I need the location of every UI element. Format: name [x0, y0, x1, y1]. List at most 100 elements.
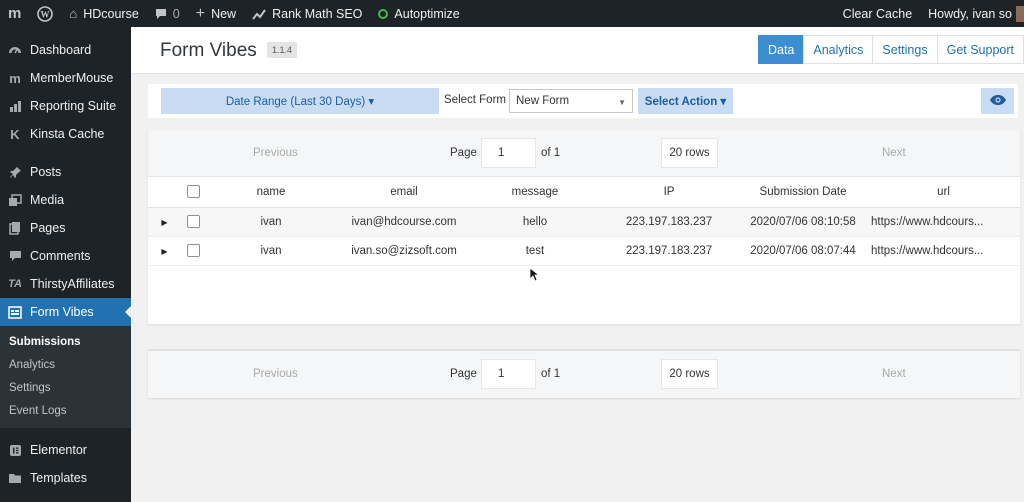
select-all-checkbox[interactable] [186, 185, 200, 199]
wordpress-logo-icon[interactable]: W [29, 0, 61, 27]
autoptimize-link[interactable]: Autoptimize [370, 0, 467, 27]
sidebar-item-label: Kinsta Cache [30, 127, 105, 141]
comment-icon [6, 247, 24, 265]
sidebar-item-kinsta-cache[interactable]: K Kinsta Cache [0, 120, 131, 148]
rows-per-page-select[interactable]: 20 rows [661, 359, 718, 389]
page-label: Page [450, 147, 477, 159]
expand-row-icon[interactable]: ▶ [161, 218, 167, 227]
cell-ip: 223.197.183.237 [599, 207, 739, 237]
sidebar-item-label: Media [30, 193, 65, 207]
column-header-name[interactable]: name [205, 177, 337, 208]
date-range-button[interactable]: Date Range (Last 30 Days) ▾ [161, 88, 439, 114]
tab-get-support[interactable]: Get Support [936, 35, 1024, 64]
cell-submission-date: 2020/07/06 08:10:58 [739, 207, 867, 237]
column-header-ip[interactable]: IP [599, 177, 739, 208]
table-row[interactable]: ▶ ivan ivan.so@zizsoft.com test 223.197.… [148, 236, 1020, 266]
cell-name: ivan [205, 236, 337, 266]
view-tabs: Data Analytics Settings Get Support [757, 35, 1024, 64]
rankmath-link[interactable]: Rank Math SEO [244, 0, 370, 27]
media-icon [6, 191, 24, 209]
sidebar-item-media[interactable]: Media [0, 186, 131, 214]
ta-icon: TA [8, 278, 22, 290]
rows-per-page-select[interactable]: 20 rows [661, 138, 718, 168]
folder-icon [6, 469, 24, 487]
page-number-input[interactable]: 1 [481, 138, 536, 168]
column-header-url[interactable]: url [867, 177, 1020, 208]
pin-icon [6, 163, 24, 181]
eye-icon [989, 94, 1007, 109]
submenu-item-event-logs[interactable]: Event Logs [0, 399, 131, 422]
submenu-item-analytics[interactable]: Analytics [0, 353, 131, 376]
filter-bar: Date Range (Last 30 Days) ▾ Select Form … [148, 84, 1018, 118]
sidebar-item-label: Posts [30, 165, 62, 179]
column-header-submission-date[interactable]: Submission Date [739, 177, 867, 208]
site-name-link[interactable]: ⌂ HDcourse [61, 0, 146, 27]
elementor-icon [6, 441, 24, 459]
admin-bar: m W ⌂ HDcourse 0 + New Rank Math SEO Aut… [0, 0, 1024, 27]
page-number-input[interactable]: 1 [481, 359, 536, 389]
bottom-pagination-wrapper: Previous Page 1 of 1 20 rows Next [148, 349, 1020, 398]
tab-data[interactable]: Data [757, 35, 805, 64]
tab-settings[interactable]: Settings [872, 35, 938, 64]
cell-email: ivan.so@zizsoft.com [337, 236, 471, 266]
cell-name: ivan [205, 207, 337, 237]
comments-count: 0 [172, 6, 180, 21]
select-action-button[interactable]: Select Action ▾ [638, 88, 733, 114]
tab-analytics[interactable]: Analytics [803, 35, 874, 64]
page-total: of 1 [541, 368, 561, 380]
previous-button[interactable]: Previous [253, 368, 298, 380]
submenu-item-settings[interactable]: Settings [0, 376, 131, 399]
page-header: Form Vibes 1.1.4 Data Analytics Settings… [131, 27, 1024, 74]
account-menu[interactable]: Howdy, ivan so [920, 0, 1024, 27]
next-button[interactable]: Next [882, 147, 906, 159]
sidebar-item-thirstyaffiliates[interactable]: TA ThirstyAffiliates [0, 270, 131, 298]
select-form-dropdown[interactable]: New Form ▼ [509, 89, 633, 113]
cell-email: ivan@hdcourse.com [337, 207, 471, 237]
page-total: of 1 [541, 147, 561, 159]
page-label: Page [450, 368, 477, 380]
table-empty-space [148, 265, 1020, 324]
sidebar-item-elementor[interactable]: Elementor [0, 436, 131, 464]
main-content: Form Vibes 1.1.4 Data Analytics Settings… [131, 27, 1024, 502]
sidebar-item-label: Comments [30, 249, 91, 263]
previous-button[interactable]: Previous [253, 147, 298, 159]
row-checkbox[interactable] [186, 244, 200, 257]
select-form-value: New Form [516, 95, 570, 107]
svg-text:W: W [41, 9, 50, 19]
cell-url: https://www.hdcours... [867, 207, 1020, 237]
submissions-table: name email message IP Submission Date ur… [148, 177, 1020, 266]
comments-link[interactable]: 0 [147, 0, 188, 27]
sidebar-item-membermouse[interactable]: m MemberMouse [0, 64, 131, 92]
cell-url: https://www.hdcours... [867, 236, 1020, 266]
sidebar-item-label: ThirstyAffiliates [30, 277, 115, 291]
submenu-item-submissions[interactable]: Submissions [0, 330, 131, 353]
sidebar-item-form-vibes[interactable]: Form Vibes [0, 298, 131, 326]
sidebar-item-label: Templates [30, 471, 87, 485]
row-checkbox[interactable] [186, 215, 200, 228]
clear-cache-link[interactable]: Clear Cache [835, 0, 920, 27]
sidebar-item-label: MemberMouse [30, 71, 114, 85]
sidebar-item-dashboard[interactable]: Dashboard [0, 36, 131, 64]
sidebar-item-posts[interactable]: Posts [0, 158, 131, 186]
autoptimize-label: Autoptimize [394, 6, 460, 21]
sidebar-item-pages[interactable]: Pages [0, 214, 131, 242]
membermouse-logo-icon[interactable]: m [0, 0, 29, 27]
new-content-link[interactable]: + New [188, 0, 244, 27]
form-icon [6, 303, 24, 321]
table-row[interactable]: ▶ ivan ivan@hdcourse.com hello 223.197.1… [148, 207, 1020, 237]
column-visibility-button[interactable] [981, 88, 1014, 114]
expand-row-icon[interactable]: ▶ [161, 247, 167, 256]
rankmath-icon [252, 8, 266, 20]
howdy-label: Howdy, ivan so [928, 6, 1012, 21]
sidebar-item-comments[interactable]: Comments [0, 242, 131, 270]
comment-bubble-icon [155, 8, 167, 20]
bottom-pagination: Previous Page 1 of 1 20 rows Next [148, 351, 1020, 398]
next-button[interactable]: Next [882, 368, 906, 380]
top-pagination: Previous Page 1 of 1 20 rows Next [148, 130, 1020, 177]
column-header-message[interactable]: message [471, 177, 599, 208]
sidebar-item-reporting-suite[interactable]: Reporting Suite [0, 92, 131, 120]
column-header-email[interactable]: email [337, 177, 471, 208]
sidebar-item-label: Reporting Suite [30, 99, 117, 113]
sidebar-item-templates[interactable]: Templates [0, 464, 131, 492]
submissions-panel: Previous Page 1 of 1 20 rows Next name e… [148, 130, 1020, 324]
